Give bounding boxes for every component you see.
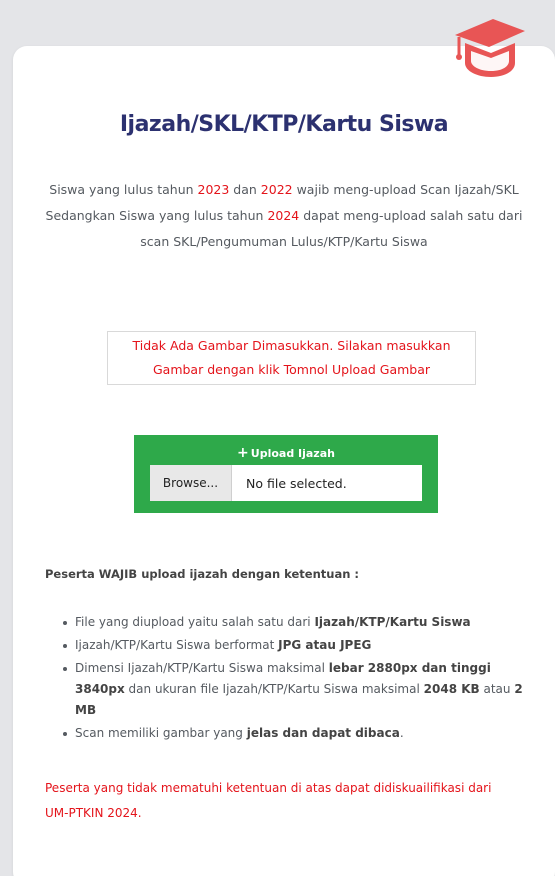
no-image-alert: Tidak Ada Gambar Dimasukkan. Silakan mas…	[107, 331, 476, 385]
rule-text: File yang diupload yaitu salah satu dari	[75, 615, 315, 629]
rule-emphasis: jelas dan dapat dibaca	[246, 726, 400, 740]
rule-emphasis: JPG atau JPEG	[278, 638, 372, 652]
graduation-cap-icon	[453, 11, 527, 79]
list-item: File yang diupload yaitu salah satu dari…	[63, 612, 543, 633]
list-item: Dimensi Ijazah/KTP/Kartu Siswa maksimal …	[63, 658, 543, 721]
browse-button[interactable]: Browse...	[150, 465, 232, 501]
list-item: Scan memiliki gambar yang jelas dan dapa…	[63, 723, 543, 744]
file-status: No file selected.	[246, 475, 347, 491]
upload-card: Ijazah/SKL/KTP/Kartu Siswa Siswa yang lu…	[13, 46, 555, 876]
rule-text: Dimensi Ijazah/KTP/Kartu Siswa maksimal	[75, 661, 329, 675]
list-item: Ijazah/KTP/Kartu Siswa berformat JPG ata…	[63, 635, 543, 656]
year-highlight: 2024	[267, 208, 300, 223]
rule-text: dan ukuran file Ijazah/KTP/Kartu Siswa m…	[124, 682, 424, 696]
rule-text: Ijazah/KTP/Kartu Siswa berformat	[75, 638, 279, 652]
rule-text: Scan memiliki gambar yang	[75, 726, 247, 740]
requirements-heading: Peserta WAJIB upload ijazah dengan keten…	[45, 567, 360, 581]
instructions-text: Siswa yang lulus tahun 2023 dan 2022 waj…	[43, 177, 525, 255]
year-highlight: 2023	[197, 182, 230, 197]
rule-text: atau	[479, 682, 515, 696]
requirements-list: File yang diupload yaitu salah satu dari…	[63, 612, 543, 746]
rule-emphasis: 2048 KB	[423, 682, 480, 696]
disqualification-warning: Peserta yang tidak mematuhi ketentuan di…	[45, 781, 492, 820]
plus-icon: +	[237, 445, 249, 461]
upload-label: + Upload Ijazah	[134, 445, 438, 461]
desc-part: Siswa yang lulus tahun	[49, 182, 198, 197]
rule-emphasis: Ijazah/KTP/Kartu Siswa	[314, 615, 471, 629]
card-title: Ijazah/SKL/KTP/Kartu Siswa	[119, 112, 449, 137]
year-highlight: 2022	[260, 182, 293, 197]
upload-label-text: Upload Ijazah	[250, 447, 335, 460]
upload-panel: + Upload Ijazah Browse... No file selecte…	[134, 435, 438, 513]
desc-part: dan	[229, 182, 261, 197]
rule-text: .	[399, 726, 404, 740]
file-input[interactable]: Browse... No file selected.	[150, 465, 422, 501]
